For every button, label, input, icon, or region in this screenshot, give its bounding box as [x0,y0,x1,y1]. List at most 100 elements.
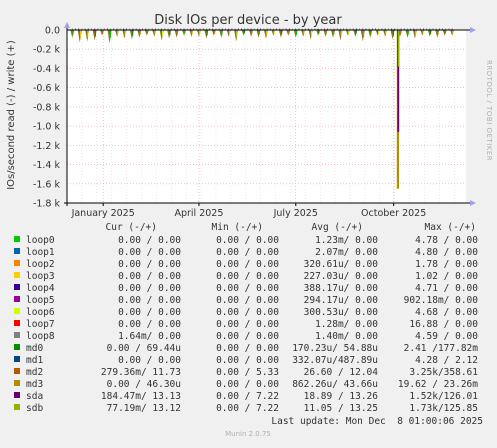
legend-value-min: 0.00 / 0.00 [216,247,279,258]
chart-canvas: Disk IOs per device - by year RRDTOOL / … [0,0,497,443]
legend-value-avg: 227.03u/ 0.00 [304,271,379,282]
y-tick-label: -1.0 k [33,122,61,133]
legend-series-name: sda [26,391,43,402]
legend-header-max: Max (-/+) [425,222,476,233]
legend-series-name: loop3 [26,271,55,282]
legend-value-min: 0.00 / 0.00 [216,295,279,306]
legend-value-min: 0.00 / 0.00 [216,235,279,246]
legend-value-max: 902.18m/ 0.00 [404,295,479,306]
legend-swatch [14,368,20,374]
y-tick-label: -0.2 k [33,45,61,56]
legend-value-avg: 862.26u/ 43.66u [292,379,378,390]
legend-value-avg: 170.23u/ 54.88u [292,343,378,354]
legend-swatch [14,332,20,338]
legend-swatch [14,248,20,254]
y-tick-label: -1.4 k [33,160,61,171]
legend-series-name: md3 [26,379,43,390]
legend-value-cur: 0.00 / 69.44u [107,343,181,354]
legend-value-cur: 0.00 / 0.00 [118,307,181,318]
legend-series-name: loop8 [26,331,55,342]
munin-version: Munin 2.0.75 [225,430,271,438]
legend-swatch [14,320,20,326]
legend-series-name: loop5 [26,295,55,306]
legend-value-max: 4.59 / 0.00 [415,331,478,342]
legend-value-max: 4.28 / 2.12 [415,355,478,366]
legend-value-cur: 0.00 / 0.00 [118,319,181,330]
y-tick-label: 0.0 [45,26,60,37]
legend-swatch [14,404,20,410]
y-tick-label: -0.4 k [33,64,61,75]
legend-swatch [14,356,20,362]
legend-value-max: 3.25k/358.61 [409,367,478,378]
legend-value-max: 1.78 / 0.00 [415,259,478,270]
legend-value-max: 1.02 / 0.00 [415,271,478,282]
rrdtool-credit: RRDTOOL / TOBI OETIKER [485,60,493,161]
x-tick-label: October 2025 [361,208,426,219]
legend-header-avg: Avg (-/+) [312,222,363,233]
legend-series-name: md2 [26,367,43,378]
legend-value-cur: 0.00 / 0.00 [118,235,181,246]
legend-value-cur: 0.00 / 0.00 [118,259,181,270]
legend-series-name: loop4 [26,283,55,294]
last-update: Last update: Mon Dec 8 01:00:06 2025 [271,416,483,427]
y-tick-label: -0.6 k [33,83,61,94]
legend-swatch [14,380,20,386]
legend-value-cur: 0.00 / 0.00 [118,271,181,282]
legend-header-min: Min (-/+) [212,222,263,233]
munin-graph: Disk IOs per device - by year RRDTOOL / … [0,0,497,443]
legend-value-max: 4.68 / 0.00 [415,307,478,318]
chart-title: Disk IOs per device - by year [154,13,342,28]
legend-series-name: loop1 [26,247,55,258]
legend-swatch [14,392,20,398]
legend-value-avg: 2.07m/ 0.00 [315,247,378,258]
legend-value-avg: 1.23m/ 0.00 [315,235,378,246]
legend-series-name: loop7 [26,319,55,330]
x-tick-label: January 2025 [71,208,135,219]
legend-value-min: 0.00 / 7.22 [216,391,279,402]
legend-value-max: 4.80 / 0.00 [415,247,478,258]
legend-swatch [14,272,20,278]
legend-value-min: 0.00 / 0.00 [216,271,279,282]
legend-swatch [14,296,20,302]
legend-value-avg: 1.28m/ 0.00 [315,319,378,330]
legend-value-avg: 300.53u/ 0.00 [304,307,379,318]
legend-value-avg: 332.07u/487.89u [292,355,378,366]
legend-value-cur: 0.00 / 0.00 [118,295,181,306]
legend-value-cur: 1.64m/ 0.00 [118,331,181,342]
legend-value-min: 0.00 / 5.33 [216,367,279,378]
legend-series-name: sdb [26,403,43,414]
legend-value-min: 0.00 / 0.00 [216,343,279,354]
legend-value-min: 0.00 / 0.00 [216,307,279,318]
legend-value-min: 0.00 / 0.00 [216,331,279,342]
legend-value-cur: 0.00 / 0.00 [118,247,181,258]
legend-value-min: 0.00 / 7.22 [216,403,279,414]
legend-value-max: 1.52k/126.01 [409,391,478,402]
y-axis-label: IOs/second read (-) / write (+) [6,40,17,190]
legend-swatch [14,344,20,350]
y-tick-label: -0.8 k [33,102,61,113]
legend-value-avg: 18.89 / 13.26 [304,391,379,402]
legend-header-cur: Cur (-/+) [106,222,157,233]
legend-value-min: 0.00 / 0.00 [216,379,279,390]
legend-value-avg: 26.60 / 12.04 [304,367,379,378]
legend-value-max: 19.62 / 23.26m [398,379,478,390]
legend-value-avg: 320.61u/ 0.00 [304,259,379,270]
y-tick-label: -1.2 k [33,141,61,152]
plot-area [67,30,466,203]
y-tick-label: -1.8 k [33,199,61,210]
legend-value-min: 0.00 / 0.00 [216,283,279,294]
legend-value-min: 0.00 / 0.00 [216,319,279,330]
legend-value-max: 4.71 / 0.00 [415,283,478,294]
legend-swatch [14,260,20,266]
legend-series-name: md1 [26,355,43,366]
legend-value-cur: 0.00 / 46.30u [107,379,181,390]
legend-value-cur: 279.36m/ 11.73 [101,367,181,378]
legend-value-max: 1.73k/125.85 [409,403,478,414]
legend-value-min: 0.00 / 0.00 [216,259,279,270]
legend-value-avg: 1.40m/ 0.00 [315,331,378,342]
legend-series-name: loop6 [26,307,55,318]
legend-value-cur: 0.00 / 0.00 [118,283,181,294]
legend-value-avg: 11.05 / 13.25 [304,403,378,414]
x-tick-label: April 2025 [174,208,223,219]
legend-value-avg: 388.17u/ 0.00 [304,283,379,294]
